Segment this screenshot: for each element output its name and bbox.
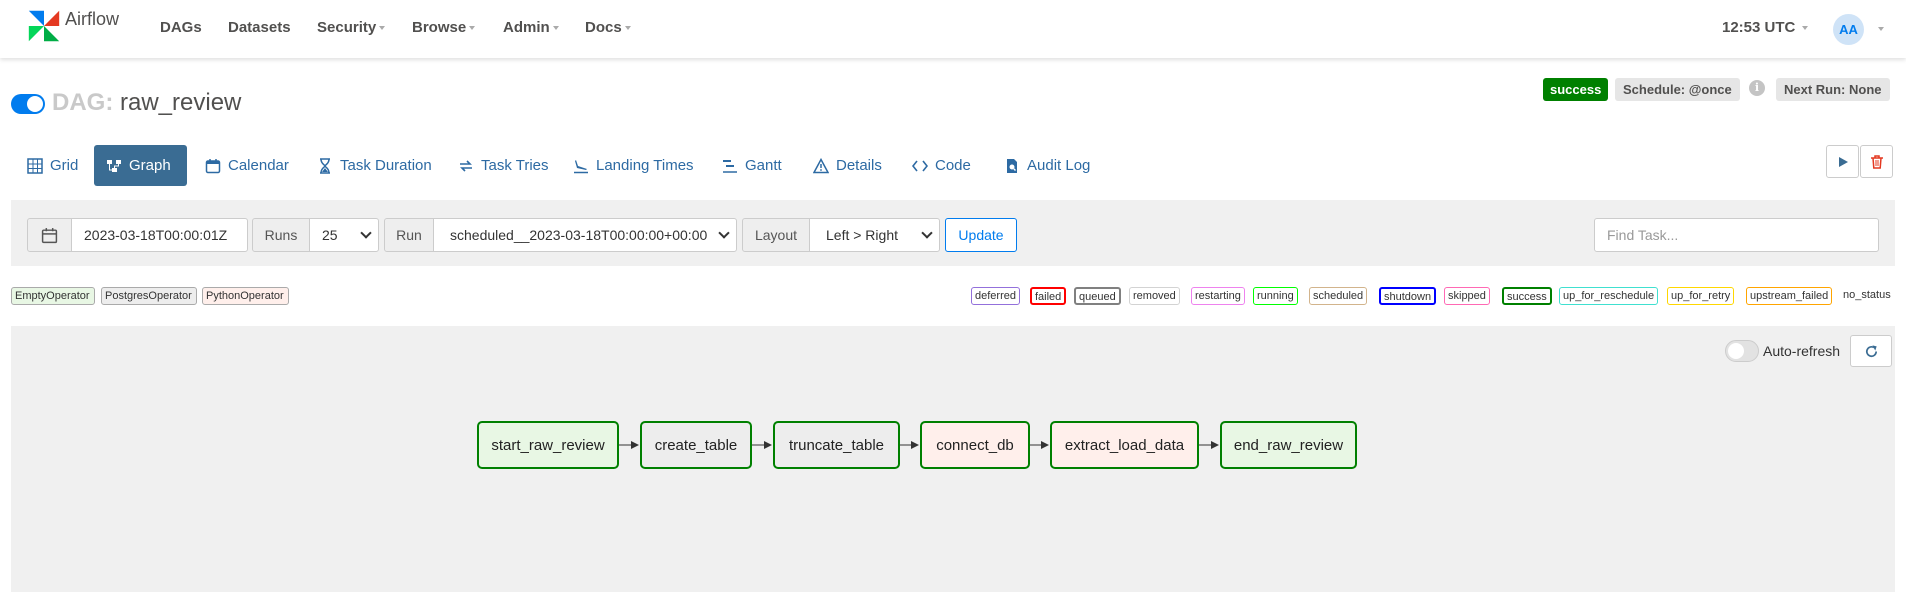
chevron-down-icon <box>1802 26 1809 31</box>
chevron-down-icon <box>552 26 559 31</box>
nav-admin[interactable]: Admin <box>503 19 559 36</box>
nav-security[interactable]: Security <box>317 19 386 36</box>
chevron-down-icon <box>379 26 386 31</box>
airflow-logo-icon <box>28 10 60 42</box>
task-node-truncate-table[interactable]: truncate_table <box>773 421 900 469</box>
chevron-down-icon <box>1878 27 1884 31</box>
nav-dags[interactable]: DAGs <box>160 19 202 36</box>
task-node-create-table[interactable]: create_table <box>640 421 752 469</box>
graph-edges <box>619 441 1219 449</box>
task-node-extract-load-data[interactable]: extract_load_data <box>1050 421 1199 469</box>
nav-browse[interactable]: Browse <box>412 19 476 36</box>
chevron-down-icon <box>624 26 631 31</box>
nav-docs[interactable]: Docs <box>585 19 631 36</box>
task-node-end-raw-review[interactable]: end_raw_review <box>1220 421 1357 469</box>
chevron-down-icon <box>469 26 476 31</box>
brand-name: Airflow <box>65 8 120 29</box>
utc-clock[interactable]: 12:53 UTC <box>1722 19 1809 36</box>
nav-datasets[interactable]: Datasets <box>228 19 291 36</box>
brand[interactable]: Airflow <box>25 7 119 45</box>
user-avatar[interactable]: AA <box>1833 14 1864 45</box>
task-node-connect-db[interactable]: connect_db <box>920 421 1030 469</box>
top-navbar: Airflow DAGs Datasets Security Browse Ad… <box>0 0 1906 58</box>
task-node-start-raw-review[interactable]: start_raw_review <box>477 421 619 469</box>
